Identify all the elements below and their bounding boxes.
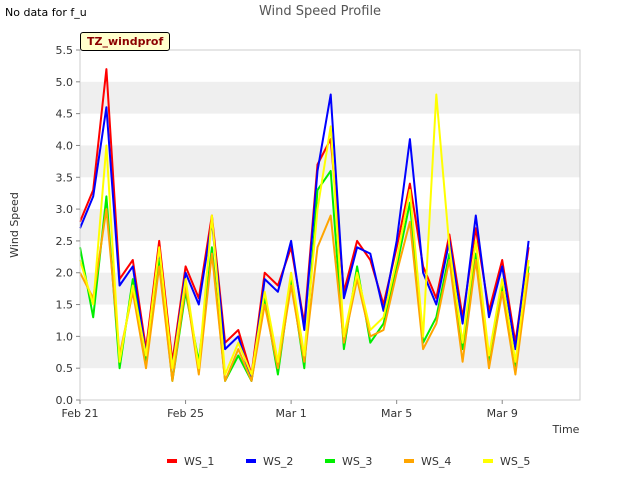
x-tick-label: Feb 25	[167, 407, 204, 420]
y-tick-label: 3.5	[56, 171, 74, 184]
y-axis-label: Wind Speed	[8, 192, 21, 258]
y-tick-label: 5.0	[56, 76, 74, 89]
station-badge: TZ_windprof	[80, 32, 171, 51]
y-axis-ticks: 0.0 0.5 1.0 1.5 2.0 2.5 3.0 3.5 4.0 4.5 5.0 5.5	[56, 44, 80, 407]
y-tick-label: 2.5	[56, 235, 74, 248]
legend-label-ws_4: WS_4	[421, 455, 451, 468]
x-tick-label: Mar 9	[487, 407, 518, 420]
legend-label-ws_1: WS_1	[184, 455, 214, 468]
y-tick-label: 0.0	[56, 394, 74, 407]
plot-bands	[80, 81, 580, 369]
y-tick-label: 0.5	[56, 362, 74, 375]
y-tick-label: 5.5	[56, 44, 74, 57]
wind-speed-chart: 0.0 0.5 1.0 1.5 2.0 2.5 3.0 3.5 4.0 4.5 5.0 5.5 Feb…	[8, 4, 581, 468]
y-tick-label: 1.0	[56, 330, 74, 343]
chart-title: Wind Speed Profile	[259, 4, 381, 19]
x-tick-label: Feb 21	[62, 407, 99, 420]
y-tick-label: 2.0	[56, 267, 74, 280]
y-tick-label: 3.0	[56, 203, 74, 216]
legend-label-ws_3: WS_3	[342, 455, 372, 468]
y-tick-label: 4.5	[56, 108, 74, 121]
legend-label-ws_2: WS_2	[263, 455, 293, 468]
legend: WS_1 WS_2 WS_3 WS_4 WS_5	[167, 455, 530, 468]
no-data-note: No data for f_u	[5, 6, 87, 19]
grid-band	[80, 336, 580, 369]
y-tick-label: 4.0	[56, 139, 74, 152]
legend-label-ws_5: WS_5	[500, 455, 530, 468]
x-axis-ticks: Feb 21 Feb 25 Mar 1 Mar 5 Mar 9	[62, 400, 518, 420]
x-tick-label: Mar 1	[275, 407, 306, 420]
grid-band	[80, 209, 580, 241]
y-tick-label: 1.5	[56, 299, 74, 312]
x-axis-label: Time	[552, 423, 580, 436]
x-tick-label: Mar 5	[381, 407, 412, 420]
